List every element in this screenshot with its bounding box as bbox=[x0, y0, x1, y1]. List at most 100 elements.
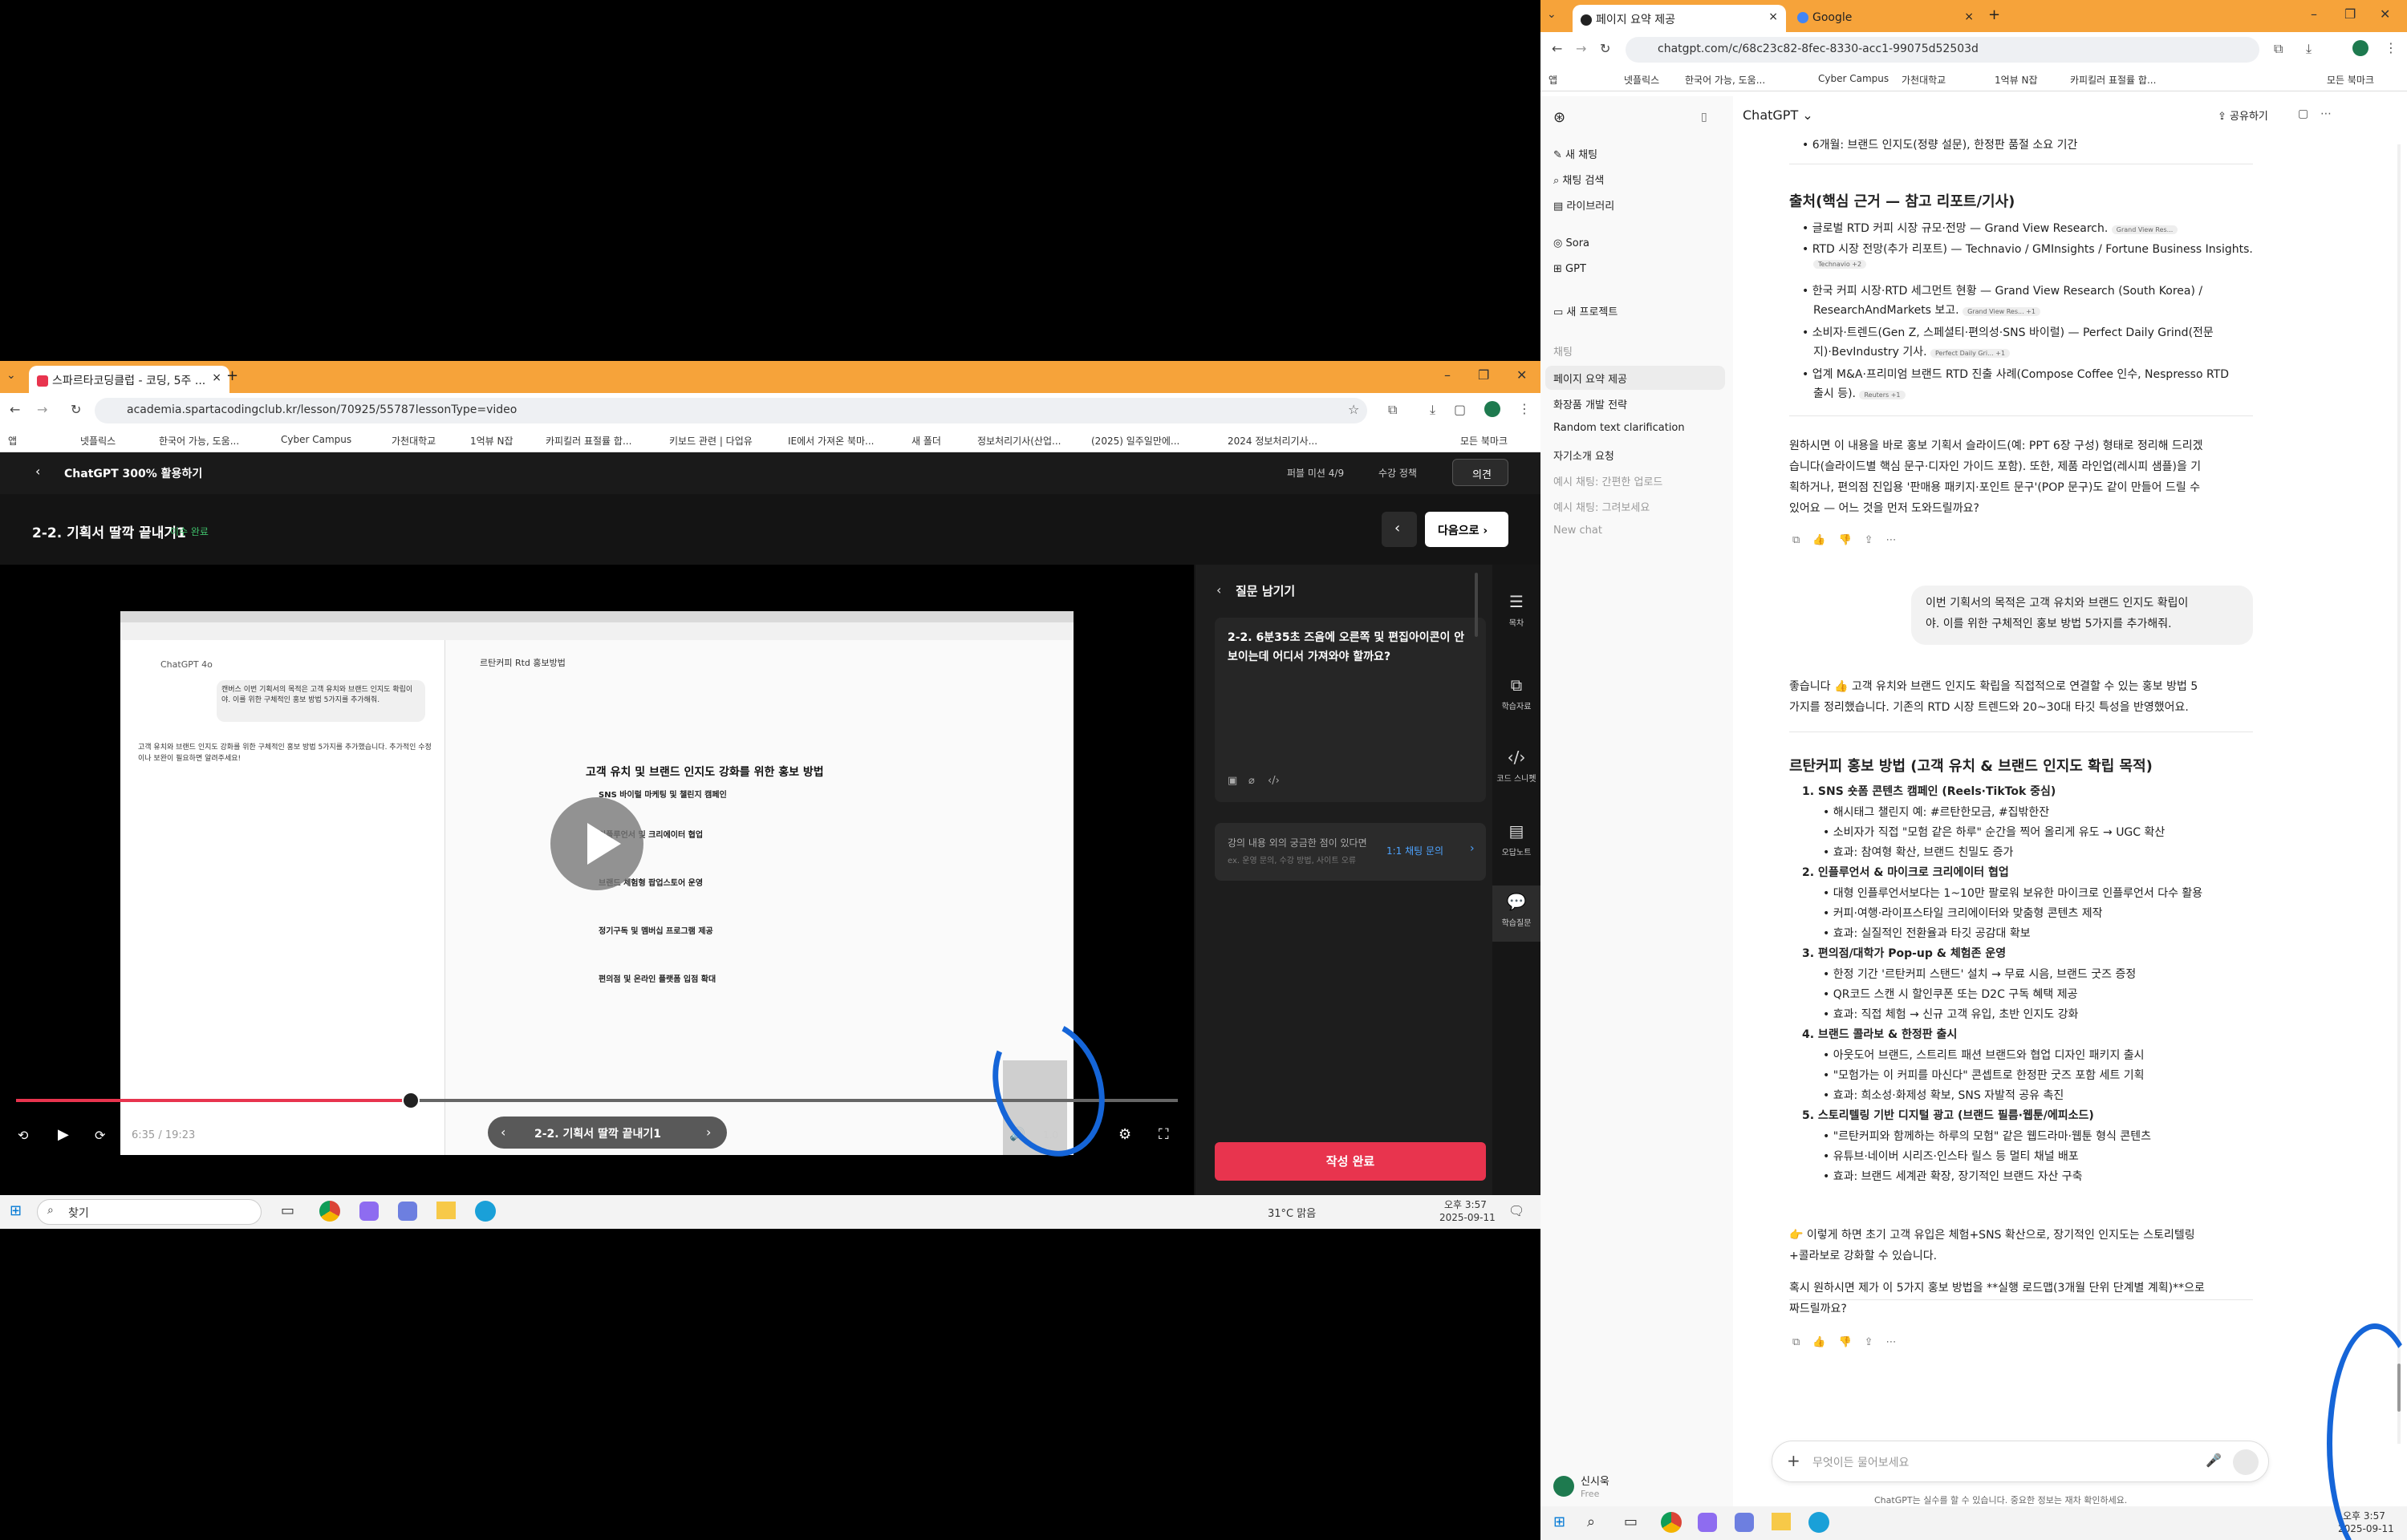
new-tab-icon[interactable]: + bbox=[1988, 6, 2000, 23]
task-view-icon[interactable]: ▭ bbox=[1624, 1514, 1638, 1530]
chat-inquiry-link[interactable]: 1:1 채팅 문의 bbox=[1386, 844, 1443, 857]
notification-icon[interactable]: 🗨 bbox=[1508, 1203, 1524, 1218]
user-avatar[interactable] bbox=[1553, 1476, 1574, 1497]
clock-date[interactable]: 2025-09-11 bbox=[1439, 1212, 1496, 1223]
back-chevron-icon[interactable]: ‹ bbox=[35, 464, 40, 479]
close-window-icon[interactable]: ✕ bbox=[2380, 6, 2390, 22]
rail-questions[interactable]: 💬 학습질문 bbox=[1492, 886, 1540, 942]
close-icon[interactable]: × bbox=[1768, 10, 1778, 23]
archive-icon[interactable]: ▢ bbox=[2298, 107, 2308, 120]
sidebar-library[interactable]: ▤ 라이브러리 bbox=[1553, 197, 1614, 213]
edge-taskbar-icon[interactable] bbox=[1808, 1512, 1829, 1533]
tab-list-icon[interactable]: ⌄ bbox=[6, 369, 16, 382]
windows-start-icon[interactable]: ⊞ bbox=[1553, 1514, 1565, 1530]
app-taskbar-icon[interactable] bbox=[398, 1202, 417, 1221]
chapter-pill[interactable]: ‹ 2-2. 기획서 딸깍 끝내기1 › bbox=[488, 1116, 727, 1149]
edge-taskbar-icon[interactable] bbox=[475, 1201, 496, 1222]
menu-dots-icon[interactable]: ⋮ bbox=[1518, 401, 1531, 416]
clock-time[interactable]: 오후 3:57 bbox=[1444, 1198, 1487, 1211]
explorer-taskbar-icon[interactable] bbox=[1772, 1513, 1791, 1530]
avatar[interactable] bbox=[1484, 401, 1500, 417]
windows-start-icon[interactable]: ⊞ bbox=[10, 1202, 22, 1219]
next-button[interactable]: 다음으로 › bbox=[1425, 512, 1508, 547]
bookmark[interactable]: Cyber Campus bbox=[281, 434, 351, 445]
policy-link[interactable]: 수강 정책 bbox=[1378, 466, 1417, 480]
bookmark[interactable]: (2025) 일주일만에... bbox=[1091, 434, 1179, 448]
bookmark[interactable]: Cyber Campus bbox=[1818, 73, 1889, 84]
panel-back-icon[interactable]: ‹ bbox=[1216, 582, 1221, 598]
tab-chatgpt[interactable]: 페이지 요약 제공 × bbox=[1573, 5, 1786, 32]
chat-item[interactable]: New chat bbox=[1553, 525, 1602, 537]
fullscreen-icon[interactable]: ⛶ bbox=[1159, 1126, 1169, 1143]
message-actions[interactable]: ⧉👍👎⇪⋯ bbox=[1792, 534, 1910, 546]
bookmark[interactable]: 한국어 가능, 도움... bbox=[159, 434, 239, 448]
settings-icon[interactable]: ⚙ bbox=[1118, 1126, 1131, 1143]
rail-wrong-notes[interactable]: ▤ 오답노트 bbox=[1492, 821, 1540, 857]
chat-item[interactable]: Random text clarification bbox=[1553, 422, 1685, 434]
bookmark[interactable]: 카피킬러 표절률 합... bbox=[546, 434, 631, 448]
bookmark[interactable]: 키보드 관련 | 다업유 bbox=[669, 434, 753, 448]
user-name[interactable]: 신시욱 bbox=[1581, 1473, 1609, 1488]
close-icon[interactable]: × bbox=[1964, 10, 1974, 23]
bookmark[interactable]: 정보처리기사(산업... bbox=[977, 434, 1061, 448]
sidebar-new-project[interactable]: ▭ 새 프로젝트 bbox=[1553, 303, 1618, 318]
play-overlay-button[interactable] bbox=[550, 797, 643, 890]
menu-dots-icon[interactable]: ⋮ bbox=[2385, 40, 2397, 55]
rail-toc[interactable]: ☰ 목차 bbox=[1492, 592, 1540, 628]
tab-list-icon[interactable]: ⌄ bbox=[1547, 8, 1557, 21]
rewind-10-icon[interactable]: ⟲ bbox=[18, 1128, 28, 1143]
bookmark-apps[interactable]: 앱 bbox=[8, 434, 17, 448]
reload-icon[interactable]: ↻ bbox=[1600, 41, 1610, 56]
chapter-next-icon[interactable]: › bbox=[706, 1125, 711, 1140]
panel-scrollbar[interactable] bbox=[1475, 573, 1478, 637]
bookmark-netflix[interactable]: 넷플릭스 bbox=[1624, 73, 1659, 87]
bookmark-all[interactable]: 모든 북마크 bbox=[1460, 434, 1508, 448]
bookmark[interactable]: 2024 정보처리기사... bbox=[1228, 434, 1317, 448]
sidebar-new-chat[interactable]: ✎ 새 채팅 bbox=[1553, 146, 1597, 161]
chat-item[interactable]: 예시 채팅: 그려보세요 bbox=[1553, 499, 1650, 514]
forward-icon[interactable]: → bbox=[37, 402, 47, 417]
avatar[interactable] bbox=[2352, 40, 2368, 56]
app-taskbar-icon[interactable] bbox=[1735, 1513, 1754, 1532]
share-button[interactable]: ⇪ 공유하기 bbox=[2218, 107, 2268, 123]
sidebar-gpt[interactable]: ⊞ GPT bbox=[1553, 263, 1586, 275]
sidebar-toggle-icon[interactable]: ▯ bbox=[1701, 111, 1707, 124]
address-bar[interactable]: academia.spartacodingclub.kr/lesson/7092… bbox=[95, 398, 1367, 424]
chat-scrollbar[interactable] bbox=[2397, 144, 2401, 1444]
opinion-button[interactable]: 의견 bbox=[1452, 459, 1508, 486]
bookmark[interactable]: 1억뷰 N잡 bbox=[470, 434, 513, 448]
file-attach-icon[interactable]: ⌀ bbox=[1248, 775, 1255, 787]
tab-google[interactable]: Google × bbox=[1789, 5, 1982, 32]
reload-icon[interactable]: ↻ bbox=[71, 402, 81, 417]
rail-materials[interactable]: ⧉ 학습자료 bbox=[1492, 675, 1540, 711]
forward-10-icon[interactable]: ⟳ bbox=[95, 1128, 105, 1143]
prev-button[interactable]: ‹ bbox=[1382, 512, 1417, 547]
message-actions[interactable]: ⧉👍👎⇪⋯ bbox=[1792, 1336, 1910, 1348]
address-bar[interactable]: chatgpt.com/c/68c23c82-8fec-8330-acc1-99… bbox=[1626, 37, 2259, 63]
chat-item[interactable]: 화장품 개발 전략 bbox=[1553, 396, 1627, 411]
taskbar-search[interactable]: ⌕ 찾기 bbox=[37, 1199, 262, 1225]
bookmark[interactable]: 한국어 가능, 도움... bbox=[1685, 73, 1765, 87]
model-selector[interactable]: ChatGPT ⌄ bbox=[1743, 107, 1813, 123]
bookmark[interactable]: 1억뷰 N잡 bbox=[1995, 73, 2038, 87]
close-icon[interactable]: × bbox=[212, 371, 221, 384]
bookmark[interactable]: IE에서 가져온 북마... bbox=[788, 434, 874, 448]
rail-snippets[interactable]: ‹/› 코드 스니펫 bbox=[1492, 748, 1540, 784]
copilot-taskbar-icon[interactable] bbox=[359, 1202, 379, 1221]
bookmark-all[interactable]: 모든 북마크 bbox=[2327, 73, 2374, 87]
copilot-taskbar-icon[interactable] bbox=[1698, 1513, 1717, 1532]
plus-icon[interactable]: + bbox=[1787, 1451, 1800, 1470]
more-icon[interactable]: ⋯ bbox=[2320, 107, 2332, 120]
tab-course[interactable]: 스파르타코딩클럽 - 코딩, 5주 ... × bbox=[29, 366, 229, 393]
minimize-icon[interactable]: – bbox=[1444, 367, 1451, 383]
extensions-icon[interactable]: ⧉ bbox=[2274, 41, 2283, 57]
source-tag[interactable]: Grand View Res... bbox=[2111, 225, 2178, 234]
submit-button[interactable]: 작성 완료 bbox=[1215, 1142, 1486, 1181]
bookmark-apps[interactable]: 앱 bbox=[1549, 73, 1557, 87]
back-icon[interactable]: ← bbox=[10, 402, 20, 417]
prompt-input[interactable]: + 무엇이든 물어보세요 🎤 bbox=[1772, 1441, 2269, 1482]
chapter-prev-icon[interactable]: ‹ bbox=[501, 1125, 505, 1140]
code-icon[interactable]: ‹/› bbox=[1268, 775, 1280, 787]
maximize-icon[interactable]: ❐ bbox=[2344, 6, 2356, 22]
course-title[interactable]: ChatGPT 300% 활용하기 bbox=[64, 465, 202, 481]
